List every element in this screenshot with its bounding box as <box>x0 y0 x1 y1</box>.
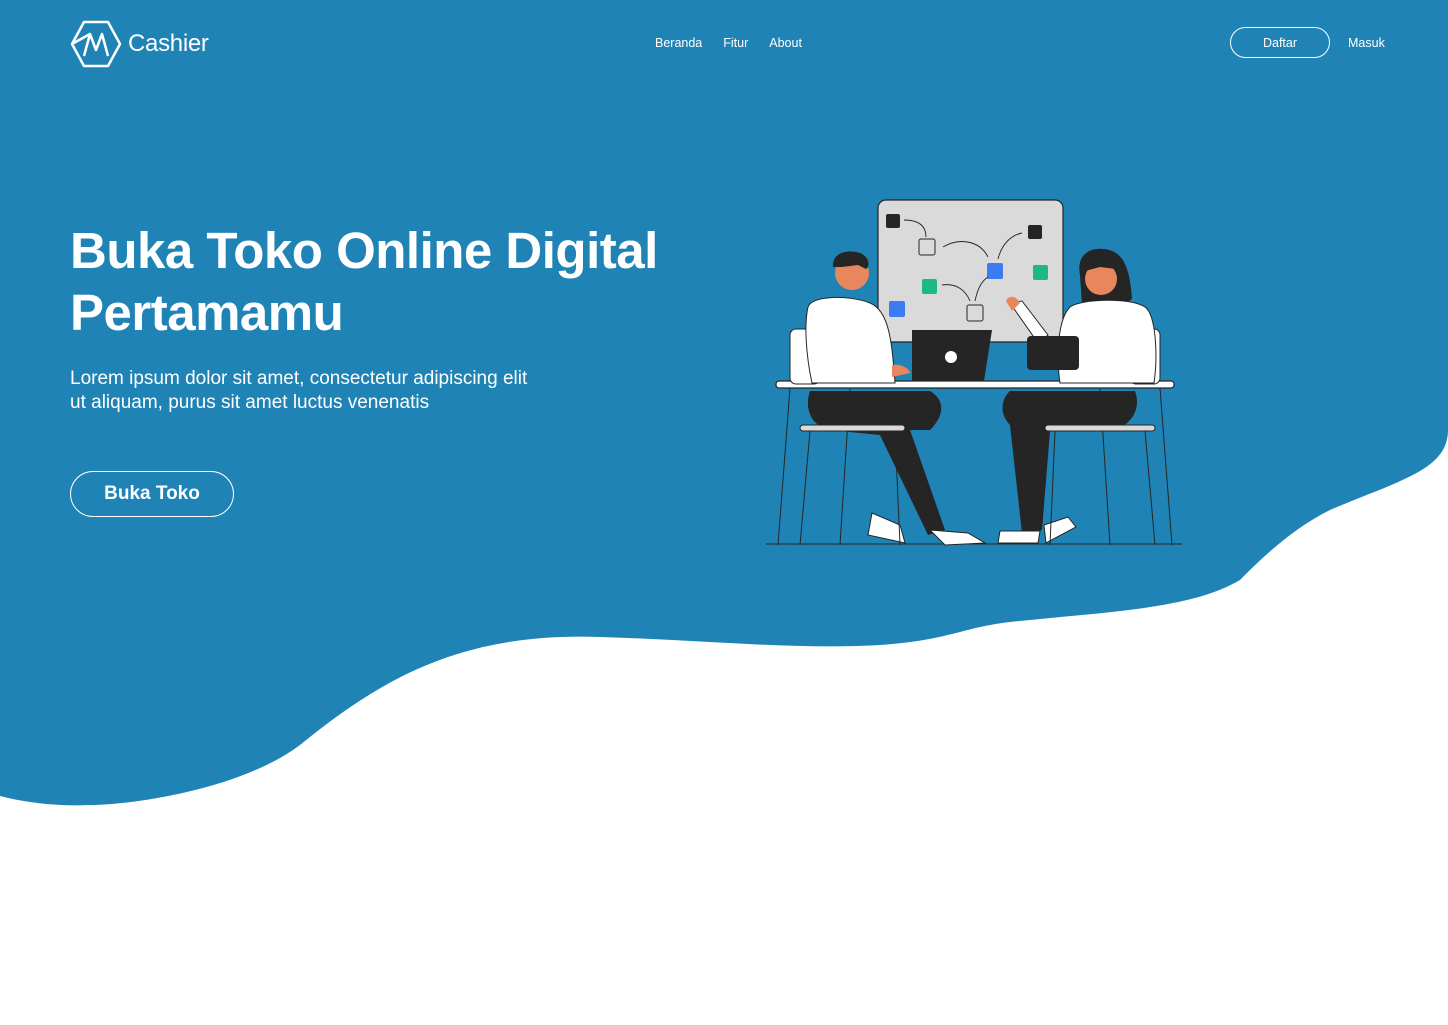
chairs <box>799 424 1156 546</box>
brand-logo[interactable]: Cashier <box>70 20 209 68</box>
main-nav: Beranda Fitur About <box>655 36 802 50</box>
hero-description: Lorem ipsum dolor sit amet, consectetur … <box>70 368 528 413</box>
nav-link-beranda[interactable]: Beranda <box>655 36 702 50</box>
login-link[interactable]: Masuk <box>1348 36 1385 50</box>
hero-title: Buka Toko Online Digital Pertamamu <box>70 222 658 341</box>
brand-name: Cashier <box>128 30 209 57</box>
hexagon-logo-icon <box>70 20 122 68</box>
nav-link-fitur[interactable]: Fitur <box>723 36 748 50</box>
nav-link-about[interactable]: About <box>769 36 802 50</box>
register-button[interactable]: Daftar <box>1230 27 1330 58</box>
navbar: Cashier Beranda Fitur About Daftar Masuk <box>0 0 1448 88</box>
two-people-working-at-desk-illustration <box>766 199 1182 546</box>
open-store-button[interactable]: Buka Toko <box>70 471 234 517</box>
